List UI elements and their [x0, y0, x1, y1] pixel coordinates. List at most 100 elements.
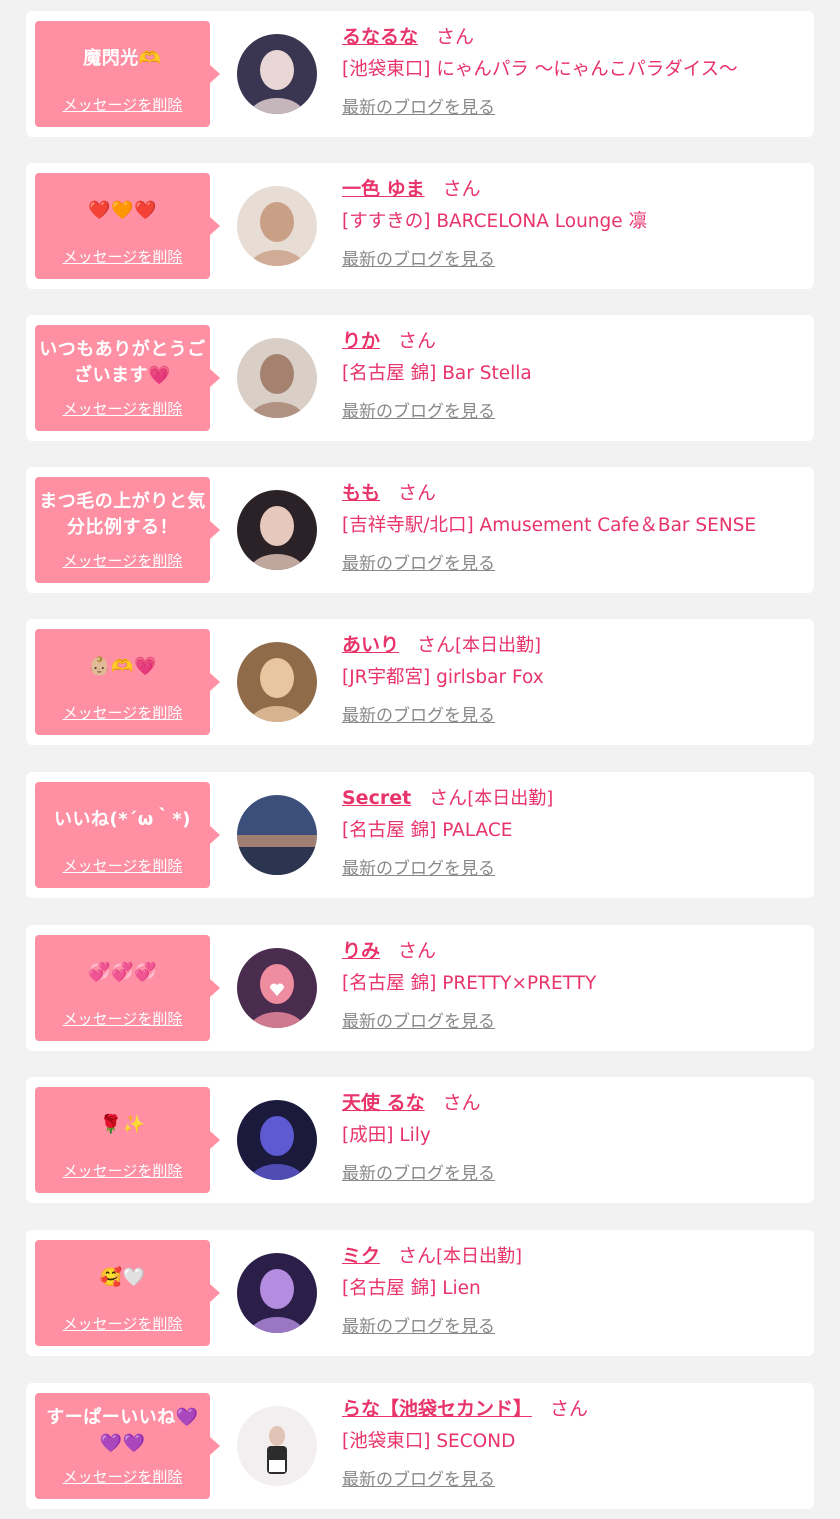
status-tag: [本日出勤] [467, 788, 554, 809]
avatar-image [237, 948, 317, 1028]
latest-blog-link[interactable]: 最新のブログを見る [342, 93, 495, 118]
card-info: 天使 るな さん [成田] Lily 最新のブログを見る [342, 1088, 804, 1184]
shop-info: [名古屋 錦] PALACE [342, 820, 513, 841]
status-tag: [本日出勤] [436, 1246, 523, 1267]
avatar[interactable] [237, 338, 317, 418]
shop-info: [成田] Lily [342, 1125, 431, 1146]
shop-info: [池袋東口] にゃんパラ 〜にゃんこパラダイス〜 [342, 59, 738, 80]
avatar-image [237, 34, 317, 114]
latest-blog-link[interactable]: 最新のブログを見る [342, 1159, 495, 1184]
latest-blog-link[interactable]: 最新のブログを見る [342, 854, 495, 879]
message-card: 魔閃光🫶 メッセージを削除 るなるな さん [池袋東口] にゃんパラ 〜にゃんこパ… [26, 11, 814, 137]
message-text: すーぱーいいね💜💜💜 [46, 1407, 199, 1454]
shop-info: [名古屋 錦] Bar Stella [342, 363, 532, 384]
cast-name-link[interactable]: 天使 るな [342, 1088, 425, 1115]
honorific: さん [398, 940, 437, 962]
message-bubble: 魔閃光🫶 メッセージを削除 [35, 21, 220, 127]
avatar[interactable] [237, 490, 317, 570]
message-bubble: 🌹✨ メッセージを削除 [35, 1087, 220, 1193]
cast-name-link[interactable]: もも [342, 478, 380, 505]
delete-message-link[interactable]: メッセージを削除 [35, 1160, 210, 1181]
message-text: 🌹✨ [99, 1114, 146, 1135]
card-info: もも さん [吉祥寺駅/北口] Amusement Cafe＆Bar SENSE … [342, 478, 804, 574]
card-info: らな【池袋セカンド】 さん [池袋東口] SECOND 最新のブログを見る [342, 1394, 804, 1490]
avatar-image [237, 490, 317, 570]
message-card: ❤️🧡❤️ メッセージを削除 一色 ゆま さん [すすきの] BARCELONA … [26, 163, 814, 289]
card-info: Secret さん [本日出勤] [名古屋 錦] PALACE 最新のブログを見る [342, 783, 804, 879]
delete-message-link[interactable]: メッセージを削除 [35, 855, 210, 876]
latest-blog-link[interactable]: 最新のブログを見る [342, 1465, 495, 1490]
honorific: さん [550, 1398, 589, 1420]
delete-message-link[interactable]: メッセージを削除 [35, 1008, 210, 1029]
delete-message-link[interactable]: メッセージを削除 [35, 1313, 210, 1334]
honorific: さん [442, 178, 481, 200]
delete-message-link[interactable]: メッセージを削除 [35, 1466, 210, 1487]
honorific: さん [429, 787, 468, 809]
card-info: ミク さん [本日出勤] [名古屋 錦] Lien 最新のブログを見る [342, 1241, 804, 1337]
latest-blog-link[interactable]: 最新のブログを見る [342, 1312, 495, 1337]
cast-name-link[interactable]: りみ [342, 936, 380, 963]
message-card: まつ毛の上がりと気分比例する！ メッセージを削除 もも さん [吉祥寺駅/北口] … [26, 467, 814, 593]
shop-info: [名古屋 錦] Lien [342, 1278, 481, 1299]
delete-message-link[interactable]: メッセージを削除 [35, 702, 210, 723]
cast-name-link[interactable]: りか [342, 326, 380, 353]
latest-blog-link[interactable]: 最新のブログを見る [342, 549, 495, 574]
avatar[interactable] [237, 186, 317, 266]
delete-message-link[interactable]: メッセージを削除 [35, 246, 210, 267]
latest-blog-link[interactable]: 最新のブログを見る [342, 245, 495, 270]
honorific: さん [442, 1092, 481, 1114]
message-text: 魔閃光🫶 [83, 48, 162, 69]
avatar[interactable] [237, 34, 317, 114]
delete-message-link[interactable]: メッセージを削除 [35, 398, 210, 419]
avatar-image [237, 186, 317, 266]
avatar[interactable] [237, 1253, 317, 1333]
avatar[interactable] [237, 948, 317, 1028]
message-text: いいね(*´ω｀*) [54, 809, 191, 830]
card-info: るなるな さん [池袋東口] にゃんパラ 〜にゃんこパラダイス〜 最新のブログを見… [342, 22, 804, 118]
message-bubble: すーぱーいいね💜💜💜 メッセージを削除 [35, 1393, 220, 1499]
latest-blog-link[interactable]: 最新のブログを見る [342, 701, 495, 726]
avatar[interactable] [237, 642, 317, 722]
delete-message-link[interactable]: メッセージを削除 [35, 94, 210, 115]
cast-name-link[interactable]: ミク [342, 1241, 380, 1268]
message-bubble: 👶🏼🫶💗 メッセージを削除 [35, 629, 220, 735]
cast-name-link[interactable]: 一色 ゆま [342, 174, 425, 201]
shop-info: [吉祥寺駅/北口] Amusement Cafe＆Bar SENSE [342, 515, 757, 536]
avatar[interactable] [237, 1406, 317, 1486]
avatar-image [237, 1100, 317, 1180]
message-bubble: いいね(*´ω｀*) メッセージを削除 [35, 782, 220, 888]
message-bubble: 💞💞💞 メッセージを削除 [35, 935, 220, 1041]
avatar-image [237, 1253, 317, 1333]
cast-name-link[interactable]: らな【池袋セカンド】 [342, 1394, 532, 1421]
message-text: 🥰🤍 [99, 1267, 146, 1288]
message-bubble: 🥰🤍 メッセージを削除 [35, 1240, 220, 1346]
message-card: 👶🏼🫶💗 メッセージを削除 あいり さん [本日出勤] [JR宇都宮] girlsb… [26, 619, 814, 745]
message-bubble: まつ毛の上がりと気分比例する！ メッセージを削除 [35, 477, 220, 583]
card-info: 一色 ゆま さん [すすきの] BARCELONA Lounge 凛 最新のブログ… [342, 174, 804, 270]
status-tag: [本日出勤] [455, 635, 542, 656]
delete-message-link[interactable]: メッセージを削除 [35, 550, 210, 571]
message-text: まつ毛の上がりと気分比例する！ [39, 491, 206, 538]
message-bubble: ❤️🧡❤️ メッセージを削除 [35, 173, 220, 279]
message-text: 👶🏼🫶💗 [88, 656, 157, 677]
honorific: さん [398, 1245, 437, 1267]
message-card: 💞💞💞 メッセージを削除 りみ さん [名古屋 錦] PRETTY×PRETTY … [26, 925, 814, 1051]
cast-name-link[interactable]: あいり [342, 630, 399, 657]
honorific: さん [398, 330, 437, 352]
card-info: あいり さん [本日出勤] [JR宇都宮] girlsbar Fox 最新のブログを… [342, 630, 804, 726]
honorific: さん [417, 634, 456, 656]
latest-blog-link[interactable]: 最新のブログを見る [342, 1007, 495, 1032]
message-card: 🌹✨ メッセージを削除 天使 るな さん [成田] Lily 最新のブログを見る [26, 1077, 814, 1203]
avatar[interactable] [237, 1100, 317, 1180]
message-bubble: いつもありがとうございます💗 メッセージを削除 [35, 325, 220, 431]
shop-info: [JR宇都宮] girlsbar Fox [342, 667, 544, 688]
avatar-image [237, 795, 317, 875]
shop-info: [すすきの] BARCELONA Lounge 凛 [342, 211, 648, 232]
message-text: 💞💞💞 [88, 962, 157, 983]
cast-name-link[interactable]: Secret [342, 787, 411, 809]
cast-name-link[interactable]: るなるな [342, 22, 418, 49]
card-info: りみ さん [名古屋 錦] PRETTY×PRETTY 最新のブログを見る [342, 936, 804, 1032]
avatar[interactable] [237, 795, 317, 875]
latest-blog-link[interactable]: 最新のブログを見る [342, 397, 495, 422]
honorific: さん [436, 26, 475, 48]
